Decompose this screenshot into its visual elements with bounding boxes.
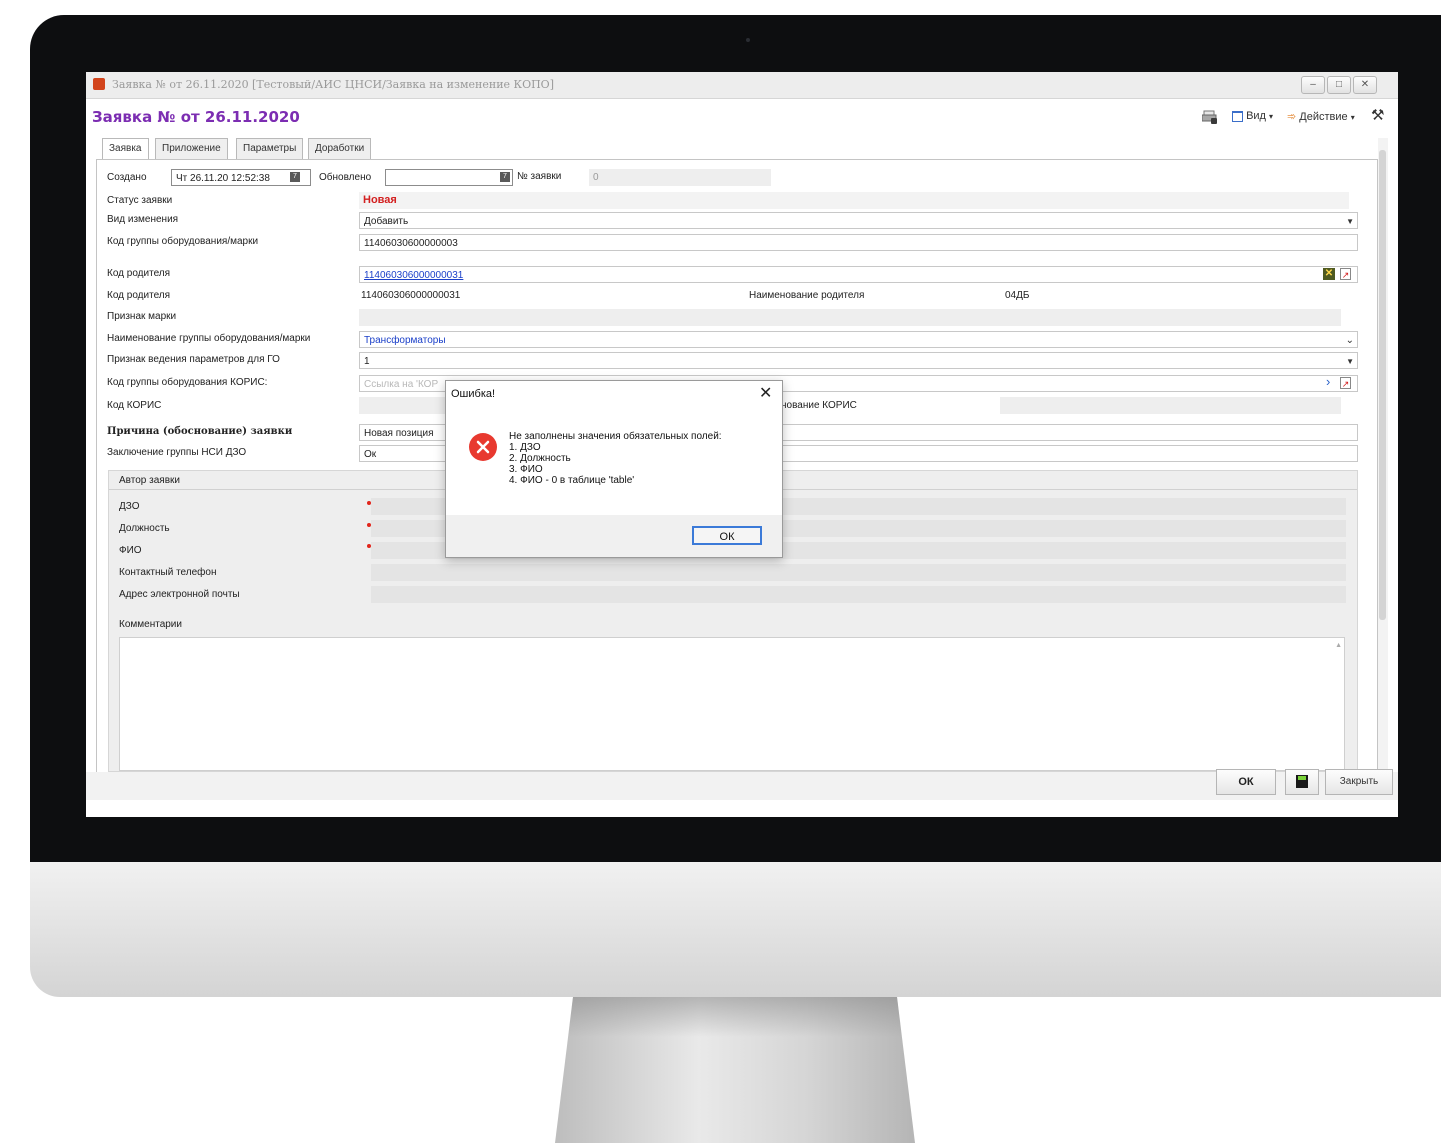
updated-label: Обновлено — [319, 172, 372, 183]
koris-group-label: Код группы оборудования КОРИС: — [107, 377, 268, 388]
params-sign-select[interactable]: 1 ▼ — [359, 352, 1358, 369]
dialog-ok-button[interactable]: ОК — [692, 526, 762, 545]
monitor-chin — [30, 862, 1441, 997]
dialog-close-icon[interactable]: ✕ — [759, 383, 772, 403]
dialog-message: Не заполнены значения обязательных полей… — [509, 431, 722, 486]
chevron-down-icon: ⌄ — [1345, 335, 1354, 346]
view-menu-label: Вид — [1246, 110, 1266, 122]
dialog-footer: ОК — [446, 515, 782, 557]
chevron-down-icon: ▾ — [1269, 112, 1274, 121]
save-button[interactable] — [1285, 769, 1319, 795]
window-icon — [1232, 110, 1243, 122]
dropdown-arrow-icon: ▼ — [1346, 217, 1354, 226]
group-code-label: Код группы оборудования/марки — [107, 236, 259, 247]
button-bar — [86, 772, 1398, 800]
dialog-message-line: 1. ДЗО — [509, 442, 541, 453]
parent-name-label: Наименование родителя — [749, 290, 865, 301]
app-icon — [93, 78, 105, 90]
error-icon — [469, 433, 497, 461]
email-label: Адрес электронной почты — [119, 589, 240, 600]
status-label: Статус заявки — [107, 195, 173, 206]
scrollbar-thumb[interactable] — [1379, 150, 1386, 620]
dialog-message-line: 4. ФИО - 0 в таблице 'table' — [509, 475, 635, 486]
dropdown-arrow-icon: ▼ — [1346, 357, 1354, 366]
position-label: Должность — [119, 523, 170, 534]
request-number-field: 0 — [589, 169, 771, 186]
scroll-up-icon[interactable]: ▲ — [1335, 642, 1342, 649]
author-section-label: Автор заявки — [119, 475, 180, 486]
dialog-message-line: 3. ФИО — [509, 464, 543, 475]
parent-code-label: Код родителя — [107, 268, 171, 279]
window-title: Заявка № от 26.11.2020 [Тестовый/АИС ЦНС… — [112, 78, 554, 91]
open-link-icon[interactable]: ↗ — [1340, 377, 1351, 389]
action-icon: ➾ — [1287, 111, 1297, 123]
action-menu-label: Действие — [1299, 111, 1348, 123]
page-title: Заявка № от 26.11.2020 — [92, 108, 300, 126]
dialog-title: Ошибка! — [451, 388, 496, 400]
koris-name-label: нование КОРИС — [781, 400, 857, 411]
floppy-disk-icon — [1296, 775, 1308, 788]
params-sign-value: 1 — [364, 356, 370, 367]
reason-label: Причина (обоснование) заявки — [107, 426, 293, 437]
dialog-message-line: 2. Должность — [509, 453, 571, 464]
comments-label: Комментарии — [119, 619, 182, 630]
phone-label: Контактный телефон — [119, 567, 217, 578]
tab-parameters[interactable]: Параметры — [236, 138, 304, 159]
ok-button[interactable]: ОК — [1216, 769, 1276, 795]
koris-name-field — [1000, 397, 1341, 414]
dzo-label: ДЗО — [119, 501, 140, 512]
group-name-label: Наименование группы оборудования/марки — [107, 333, 311, 344]
calendar-icon[interactable]: 7 — [290, 172, 300, 182]
tab-improvements[interactable]: Доработки — [308, 138, 372, 159]
clear-icon[interactable]: ✕ — [1323, 268, 1335, 280]
open-link-icon[interactable]: ↗ — [1340, 268, 1351, 280]
chevron-down-icon: ▾ — [1350, 113, 1355, 122]
email-field[interactable] — [371, 586, 1346, 603]
change-type-label: Вид изменения — [107, 214, 179, 225]
brand-sign-field — [359, 309, 1341, 326]
parent-code2-label: Код родителя — [107, 290, 171, 301]
view-menu[interactable]: Вид ▾ — [1232, 110, 1273, 122]
params-sign-label: Признак ведения параметров для ГО — [107, 354, 280, 365]
fio-label: ФИО — [119, 545, 142, 556]
created-label: Создано — [107, 172, 147, 183]
koris-code-label: Код КОРИС — [107, 400, 162, 411]
group-name-select[interactable]: Трансформаторы ⌄ — [359, 331, 1358, 348]
chevron-right-icon[interactable]: › — [1326, 374, 1330, 389]
conclusion-label: Заключение группы НСИ ДЗО — [107, 447, 247, 458]
tab-request[interactable]: Заявка — [102, 138, 149, 160]
parent-name-value: 04ДБ — [1005, 290, 1030, 301]
parent-code-link[interactable]: 114060306000000031 — [359, 266, 1358, 283]
action-menu[interactable]: ➾ Действие ▾ — [1287, 110, 1355, 123]
group-code-field[interactable]: 11406030600000003 — [359, 234, 1358, 251]
minimize-button[interactable]: – — [1301, 76, 1325, 94]
status-value: Новая — [359, 192, 1349, 209]
phone-field[interactable] — [371, 564, 1346, 581]
change-type-value: Добавить — [364, 216, 409, 227]
parent-code2-value: 114060306000000031 — [361, 290, 461, 301]
request-number-label: № заявки — [517, 171, 562, 182]
close-window-button[interactable]: ✕ — [1353, 76, 1377, 94]
error-dialog: Ошибка! ✕ Не заполнены значения обязател… — [445, 380, 783, 558]
dialog-message-line: Не заполнены значения обязательных полей… — [509, 431, 722, 442]
window-titlebar: Заявка № от 26.11.2020 [Тестовый/АИС ЦНС… — [86, 72, 1398, 99]
webcam-dot — [746, 38, 750, 42]
comments-textarea[interactable]: ▲ — [119, 637, 1345, 771]
print-icon[interactable] — [1201, 110, 1218, 127]
close-button[interactable]: Закрыть — [1325, 769, 1393, 795]
calendar-icon[interactable]: 7 — [500, 172, 510, 182]
created-date-value: Чт 26.11.20 12:52:38 — [176, 173, 270, 184]
monitor-stand-shadow — [567, 997, 903, 1037]
maximize-button[interactable]: □ — [1327, 76, 1351, 94]
screen: Заявка № от 26.11.2020 [Тестовый/АИС ЦНС… — [86, 72, 1398, 817]
tab-attachment[interactable]: Приложение — [155, 138, 228, 159]
updated-date-field[interactable] — [385, 169, 513, 186]
change-type-select[interactable]: Добавить ▼ — [359, 212, 1358, 229]
tools-icon[interactable]: ⚒ — [1371, 106, 1384, 124]
brand-sign-label: Признак марки — [107, 311, 177, 322]
group-name-value: Трансформаторы — [364, 335, 446, 346]
